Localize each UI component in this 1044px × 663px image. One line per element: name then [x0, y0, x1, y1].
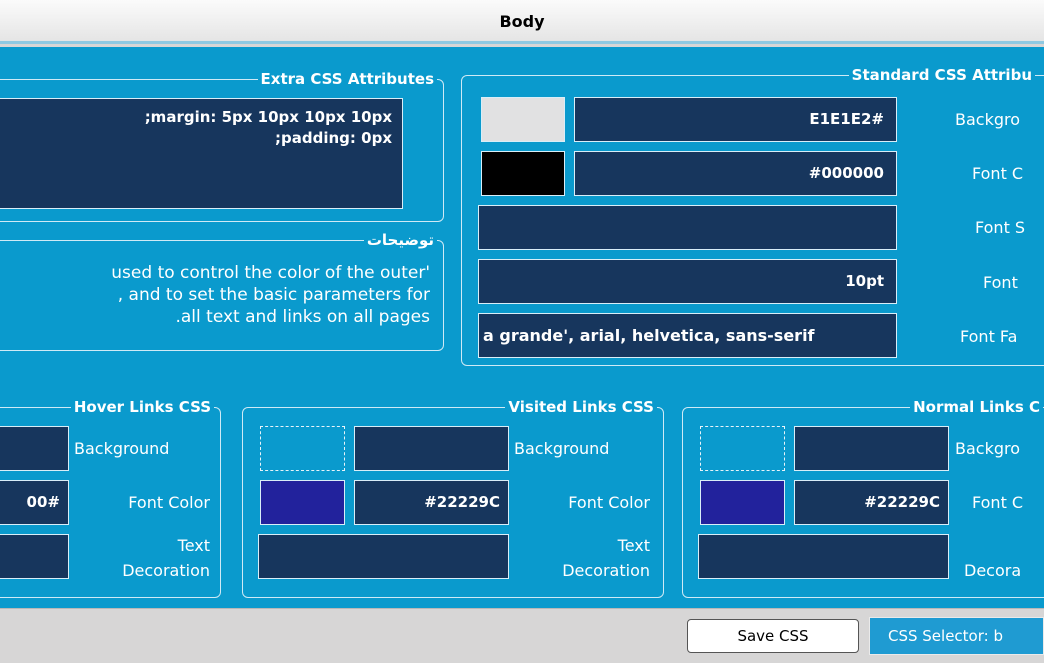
label-font-color: Font C	[972, 164, 1024, 183]
background-color-input[interactable]: E1E1E2#	[574, 97, 897, 142]
notes-line-2: , and to set the basic parameters for	[117, 285, 430, 305]
normal-links-legend: Normal Links C	[913, 398, 1040, 416]
visited-label-font-color: Font Color	[568, 493, 650, 512]
visited-text-decoration-input[interactable]	[258, 534, 509, 579]
background-color-swatch[interactable]	[481, 97, 565, 142]
hover-font-color-input[interactable]: 00#	[0, 480, 69, 525]
page-title: Body	[499, 12, 545, 31]
notes-line-1: used to control the color of the outer'	[111, 263, 430, 283]
font-size-input[interactable]: 10pt	[478, 259, 897, 304]
extra-css-line-2: ;padding: 0px	[275, 129, 392, 147]
visited-label-text: Text	[617, 536, 650, 555]
normal-text-decoration-input[interactable]	[698, 534, 949, 579]
font-family-input[interactable]: a grande', arial, helvetica, sans-serif	[478, 313, 897, 358]
label-background: Backgro	[955, 110, 1021, 129]
save-css-button[interactable]: Save CSS	[687, 619, 859, 653]
visited-font-color-input[interactable]: #22229C	[354, 480, 509, 525]
css-selector-field[interactable]: CSS Selector: b	[869, 617, 1044, 655]
normal-label-font-color: Font C	[972, 493, 1024, 512]
visited-label-background: Background	[514, 439, 610, 458]
hover-links-legend: Hover Links CSS	[73, 398, 211, 416]
visited-font-color-swatch[interactable]	[260, 480, 345, 525]
notes-line-3: .all text and links on all pages	[175, 307, 430, 327]
normal-background-swatch[interactable]	[700, 426, 785, 471]
hover-label-decoration: Decoration	[122, 561, 210, 580]
extra-css-textarea[interactable]: ;margin: 5px 10px 10px 10px ;padding: 0p…	[0, 98, 403, 209]
notes-text: used to control the color of the outer' …	[0, 262, 430, 328]
hover-label-text: Text	[177, 536, 210, 555]
visited-links-legend: Visited Links CSS	[508, 398, 654, 416]
normal-background-input[interactable]	[794, 426, 949, 471]
font-style-input[interactable]	[478, 205, 897, 250]
label-font: Font	[983, 273, 1018, 292]
visited-background-swatch[interactable]	[260, 426, 345, 471]
visited-background-input[interactable]	[354, 426, 509, 471]
extra-css-legend: Extra CSS Attributes	[260, 70, 434, 88]
font-color-input[interactable]: #000000	[574, 151, 897, 196]
visited-label-decoration: Decoration	[562, 561, 650, 580]
normal-font-color-input[interactable]: #22229C	[794, 480, 949, 525]
standard-css-legend: Standard CSS Attribu	[851, 66, 1032, 84]
hover-background-input[interactable]	[0, 426, 69, 471]
normal-label-background: Backgro	[955, 439, 1021, 458]
hover-label-font-color: Font Color	[128, 493, 210, 512]
extra-css-line-1: ;margin: 5px 10px 10px 10px	[144, 108, 392, 126]
hover-label-background: Background	[74, 439, 170, 458]
normal-font-color-swatch[interactable]	[700, 480, 785, 525]
normal-label-decoration: Decora	[964, 561, 1022, 580]
hover-text-decoration-input[interactable]	[0, 534, 69, 579]
notes-legend: توضيحات	[366, 231, 434, 249]
label-font-family: Font Fa	[960, 327, 1018, 346]
font-color-swatch[interactable]	[481, 151, 565, 196]
label-font-s: Font S	[975, 218, 1026, 237]
